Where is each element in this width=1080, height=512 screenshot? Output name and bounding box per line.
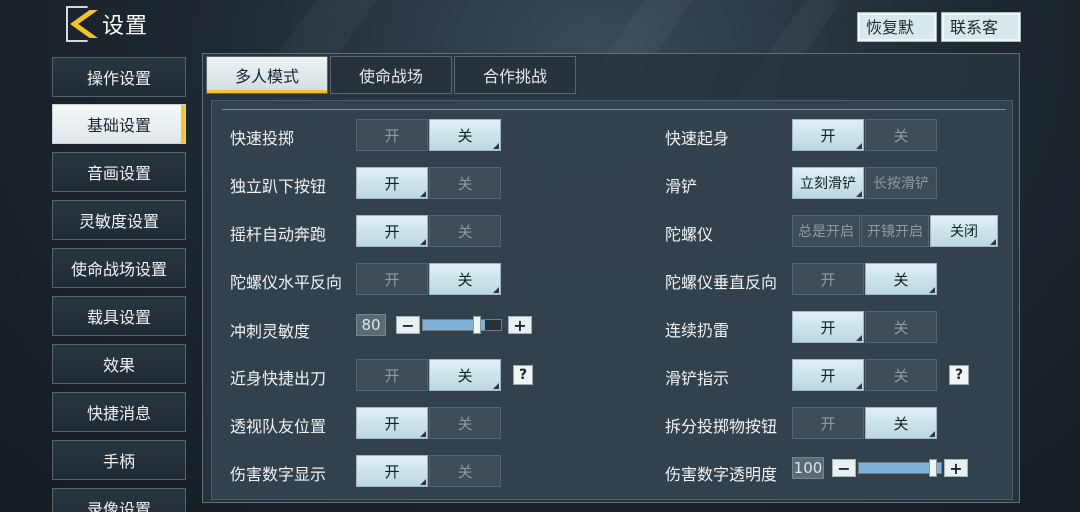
sidebar-item-controls[interactable]: 操作设置 — [52, 57, 186, 97]
tab-battle-royale[interactable]: 使命战场 — [330, 56, 452, 94]
option-on[interactable]: 开 — [356, 359, 428, 391]
slider-thumb[interactable] — [929, 459, 937, 477]
option-on[interactable]: 开 — [792, 119, 864, 151]
damage-opacity-slider[interactable] — [858, 459, 942, 477]
option-off[interactable]: 关 — [865, 119, 937, 151]
divider — [222, 109, 1006, 110]
settings-content: 快速投掷 开 关 独立趴下按钮 开 关 摇杆自动奔跑 开 关 陀螺仪水平反向 开… — [211, 100, 1013, 500]
option-on[interactable]: 开 — [356, 407, 428, 439]
minus-icon[interactable]: − — [396, 316, 420, 335]
option-on[interactable]: 开 — [356, 455, 428, 487]
setting-label: 近身快捷出刀 — [230, 369, 327, 388]
restore-defaults-button[interactable]: 恢复默认 — [857, 12, 937, 67]
option-off[interactable]: 关 — [865, 407, 937, 439]
sprint-sensitivity-slider[interactable] — [422, 316, 502, 334]
option-off[interactable]: 关 — [429, 263, 501, 295]
setting-label: 快速起身 — [665, 129, 730, 148]
setting-label: 陀螺仪水平反向 — [230, 273, 343, 292]
tab-coop-challenge[interactable]: 合作挑战 — [454, 56, 576, 94]
help-icon[interactable]: ? — [949, 365, 969, 385]
option-off[interactable]: 关 — [865, 359, 937, 391]
setting-label: 滑铲 — [665, 177, 698, 196]
option-off[interactable]: 关 — [865, 311, 937, 343]
damage-opacity-value[interactable]: 100 — [792, 457, 824, 479]
setting-label: 透视队友位置 — [230, 417, 327, 436]
option-always-on[interactable]: 总是开启 — [792, 215, 860, 247]
option-off[interactable]: 关闭 — [930, 215, 998, 247]
option-off[interactable]: 关 — [429, 119, 501, 151]
sprint-sensitivity-value[interactable]: 80 — [356, 314, 386, 336]
option-scope-on[interactable]: 开镜开启 — [861, 215, 929, 247]
option-on[interactable]: 开 — [356, 119, 428, 151]
contact-support-button[interactable]: 联系客服 — [941, 12, 1021, 67]
option-off[interactable]: 关 — [429, 359, 501, 391]
setting-label: 伤害数字透明度 — [665, 465, 778, 484]
sidebar-item-vehicle[interactable]: 载具设置 — [52, 296, 186, 336]
help-icon[interactable]: ? — [513, 365, 533, 385]
sidebar-item-basic[interactable]: 基础设置 — [52, 104, 186, 144]
sidebar-item-sensitivity[interactable]: 灵敏度设置 — [52, 200, 186, 240]
option-on[interactable]: 开 — [792, 311, 864, 343]
settings-panel: 多人模式 使命战场 合作挑战 快速投掷 开 关 独立趴下按钮 开 关 摇杆自动奔… — [202, 53, 1020, 503]
option-on[interactable]: 开 — [356, 263, 428, 295]
option-hold-slide[interactable]: 长按滑铲 — [865, 167, 937, 199]
option-off[interactable]: 关 — [429, 167, 501, 199]
option-off[interactable]: 关 — [429, 407, 501, 439]
sidebar-item-battle-royale[interactable]: 使命战场设置 — [52, 248, 186, 288]
setting-label: 快速投掷 — [230, 129, 295, 148]
slider-thumb[interactable] — [473, 316, 482, 334]
option-off[interactable]: 关 — [865, 263, 937, 295]
option-on[interactable]: 开 — [792, 263, 864, 295]
setting-label: 伤害数字显示 — [230, 465, 327, 484]
option-on[interactable]: 开 — [356, 215, 428, 247]
setting-label: 拆分投掷物按钮 — [665, 417, 778, 436]
option-on[interactable]: 开 — [792, 359, 864, 391]
option-on[interactable]: 开 — [792, 407, 864, 439]
plus-icon[interactable]: + — [944, 459, 968, 478]
option-on[interactable]: 开 — [356, 167, 428, 199]
sidebar-item-recording[interactable]: 录像设置 — [52, 488, 186, 512]
sidebar-item-quick-messages[interactable]: 快捷消息 — [52, 392, 186, 432]
option-off[interactable]: 关 — [429, 215, 501, 247]
sidebar-item-controller[interactable]: 手柄 — [52, 440, 186, 480]
sidebar-item-effects[interactable]: 效果 — [52, 344, 186, 384]
option-instant-slide[interactable]: 立刻滑铲 — [792, 167, 864, 199]
setting-label: 独立趴下按钮 — [230, 177, 327, 196]
option-off[interactable]: 关 — [429, 455, 501, 487]
sidebar: 操作设置 基础设置 音画设置 灵敏度设置 使命战场设置 载具设置 效果 快捷消息… — [52, 55, 188, 512]
setting-label: 摇杆自动奔跑 — [230, 225, 327, 244]
setting-label: 滑铲指示 — [665, 369, 730, 388]
plus-icon[interactable]: + — [508, 316, 532, 335]
page-title: 设置 — [102, 14, 149, 39]
minus-icon[interactable]: − — [832, 459, 856, 478]
setting-label: 陀螺仪 — [665, 225, 714, 244]
setting-label: 冲刺灵敏度 — [230, 322, 311, 341]
top-bar: 设置 恢复默认 联系客服 — [0, 0, 1080, 67]
sidebar-item-audio-video[interactable]: 音画设置 — [52, 152, 186, 192]
setting-label: 连续扔雷 — [665, 321, 730, 340]
setting-label: 陀螺仪垂直反向 — [665, 273, 778, 292]
tab-multiplayer[interactable]: 多人模式 — [206, 56, 328, 94]
